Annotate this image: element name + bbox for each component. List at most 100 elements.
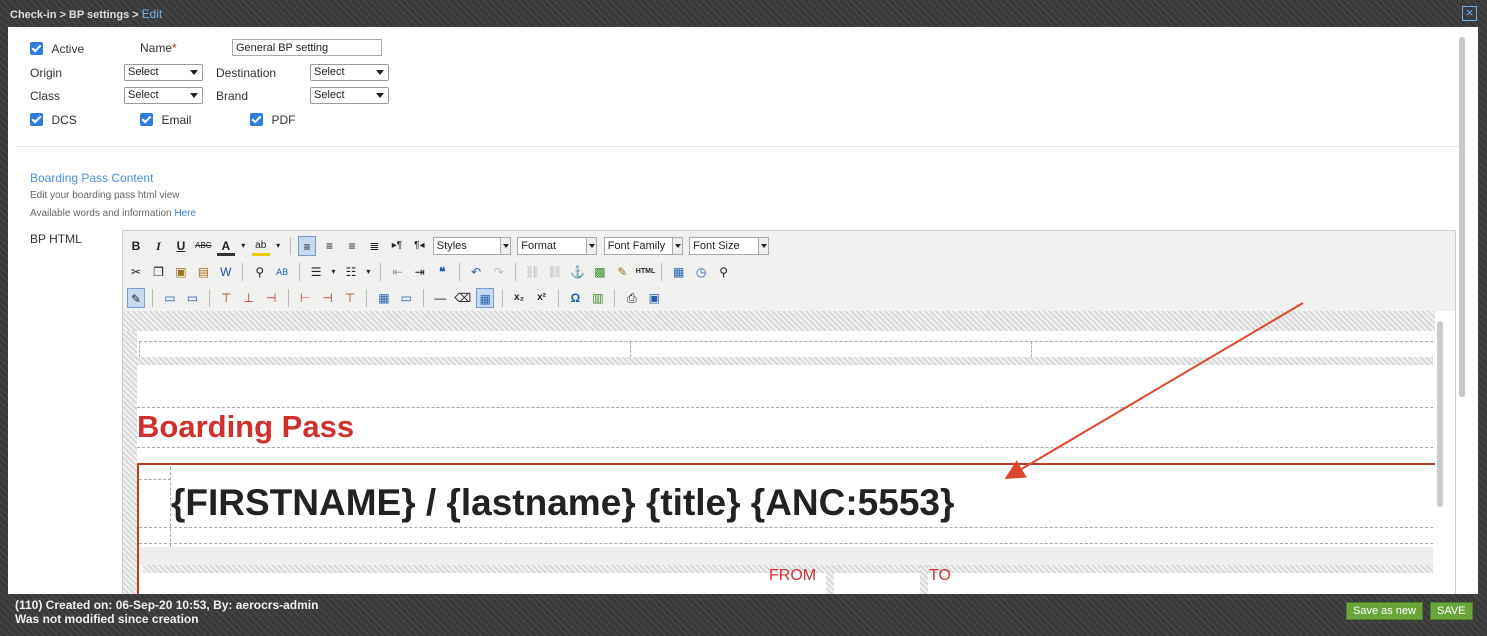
insert-row-after-icon[interactable]: ⊥ — [240, 288, 258, 308]
editor-scrollbar[interactable] — [1437, 321, 1443, 507]
highlight-color-button[interactable]: ab — [251, 236, 270, 256]
italic-button[interactable]: I — [149, 236, 167, 256]
section-divider — [16, 146, 1462, 147]
preview-icon[interactable]: ⚲ — [715, 262, 733, 282]
format-select[interactable]: Format — [517, 237, 598, 255]
visual-aid-icon[interactable]: ✎ — [127, 288, 145, 308]
ltr-icon[interactable]: ▸¶ — [388, 236, 406, 256]
delete-col-icon[interactable]: ⊤ — [341, 288, 359, 308]
toolbar-row-1: B I U ABC A ▾ ab ▾ ≡ ≡ ≡ ≣ ▸¶ ¶◂ Styles … — [123, 233, 1455, 259]
highlight-dropdown-icon[interactable]: ▾ — [274, 236, 282, 256]
link-icon[interactable]: ⛓ — [524, 262, 542, 282]
outdent-icon[interactable]: ⇤ — [388, 262, 406, 282]
dialog-scrollbar[interactable] — [1459, 37, 1465, 397]
active-checkbox[interactable] — [30, 42, 43, 55]
pdf-checkbox[interactable] — [250, 113, 263, 126]
bullet-list-icon[interactable]: ☰ — [307, 262, 325, 282]
origin-label: Origin — [30, 66, 63, 80]
bullet-list-dropdown-icon[interactable]: ▾ — [330, 262, 338, 282]
cut-icon[interactable]: ✂ — [127, 262, 145, 282]
edit-dialog: Active Name* Origin Select Destination S… — [8, 27, 1478, 594]
horizontal-rule-icon[interactable]: — — [431, 288, 449, 308]
chevron-down-icon — [376, 70, 384, 75]
blockquote-icon[interactable]: ❝ — [433, 262, 451, 282]
fullscreen-icon[interactable]: ▣ — [645, 288, 663, 308]
find-icon[interactable]: ⚲ — [251, 262, 269, 282]
paste-word-icon[interactable]: W — [217, 262, 235, 282]
cleanup-icon[interactable]: ✎ — [613, 262, 631, 282]
numbered-list-icon[interactable]: ☷ — [342, 262, 360, 282]
merge-cells-icon[interactable]: ▭ — [397, 288, 415, 308]
table-border-left — [123, 311, 137, 594]
superscript-icon[interactable]: x² — [533, 288, 551, 308]
replace-icon[interactable]: AB — [273, 262, 291, 282]
breadcrumb: Check-in > BP settings > Edit — [0, 0, 1487, 27]
breadcrumb-current: Edit — [141, 7, 163, 21]
insert-col-after-icon[interactable]: ⊣ — [319, 288, 337, 308]
align-left-icon[interactable]: ≡ — [298, 236, 317, 256]
paste-icon[interactable]: ▣ — [172, 262, 190, 282]
rtl-icon[interactable]: ¶◂ — [410, 236, 428, 256]
email-checkbox[interactable] — [140, 113, 153, 126]
delete-row-icon[interactable]: ⊣ — [262, 288, 280, 308]
from-label: FROM — [769, 567, 817, 584]
insert-date-icon[interactable]: ▦ — [670, 262, 688, 282]
dcs-checkbox[interactable] — [30, 113, 43, 126]
html-source-icon[interactable]: HTML — [636, 262, 655, 282]
align-right-icon[interactable]: ≡ — [343, 236, 361, 256]
indent-icon[interactable]: ⇥ — [411, 262, 429, 282]
underline-button[interactable]: U — [172, 236, 190, 256]
redo-icon[interactable]: ↷ — [490, 262, 508, 282]
image-icon[interactable]: ▩ — [591, 262, 609, 282]
save-as-new-button[interactable]: Save as new — [1346, 602, 1423, 620]
undo-icon[interactable]: ↶ — [467, 262, 485, 282]
print-icon[interactable]: ⎙ — [623, 288, 641, 308]
align-justify-icon[interactable]: ≣ — [365, 236, 383, 256]
bold-button[interactable]: B — [127, 236, 145, 256]
media-icon[interactable]: ▥ — [589, 288, 607, 308]
insert-col-before-icon[interactable]: ⊢ — [296, 288, 314, 308]
origin-select[interactable]: Select — [124, 64, 203, 81]
brand-label: Brand — [216, 89, 249, 103]
breadcrumb-separator: > — [59, 9, 66, 21]
brand-select[interactable]: Select — [310, 87, 389, 104]
font-color-dropdown-icon[interactable]: ▾ — [239, 236, 247, 256]
insert-row-before-icon[interactable]: ⊤ — [217, 288, 235, 308]
split-cells-icon[interactable]: ▦ — [375, 288, 393, 308]
save-button[interactable]: SAVE — [1430, 602, 1473, 620]
destination-select[interactable]: Select — [310, 64, 389, 81]
bp-html-label: BP HTML — [30, 232, 82, 246]
name-input[interactable] — [232, 39, 382, 56]
section-info: Available words and information Here — [30, 208, 197, 219]
unlink-icon[interactable]: ⛓ — [546, 262, 564, 282]
styles-select[interactable]: Styles — [432, 237, 511, 255]
strikethrough-button[interactable]: ABC — [194, 236, 212, 256]
anchor-icon[interactable]: ⚓ — [568, 262, 586, 282]
align-center-icon[interactable]: ≡ — [321, 236, 339, 256]
font-size-select[interactable]: Font Size — [689, 237, 770, 255]
insert-time-icon[interactable]: ◷ — [692, 262, 710, 282]
font-color-button[interactable]: A — [216, 236, 235, 256]
table-row-props-icon[interactable]: ▭ — [161, 288, 179, 308]
breadcrumb-item-bp-settings[interactable]: BP settings — [69, 9, 129, 21]
special-char-icon[interactable]: Ω — [566, 288, 584, 308]
table-cell-props-icon[interactable]: ▭ — [183, 288, 201, 308]
remove-format-icon[interactable]: ⌫ — [454, 288, 472, 308]
paste-text-icon[interactable]: ▤ — [194, 262, 212, 282]
toolbar-row-2: ✂ ❐ ▣ ▤ W ⚲ AB ☰ ▾ ☷ ▾ ⇤ ⇥ ❝ ↶ ↷ ⛓ ⛓ ⚓ ▩… — [123, 259, 1455, 285]
editor-content[interactable]: Boarding Pass {FIRSTNAME} / {lastname} {… — [123, 311, 1455, 594]
class-select[interactable]: Select — [124, 87, 203, 104]
close-icon[interactable]: × — [1462, 6, 1477, 21]
info-link[interactable]: Here — [174, 208, 196, 219]
table-icon[interactable]: ▦ — [476, 288, 495, 308]
active-checkbox-row: Active — [30, 40, 84, 58]
copy-icon[interactable]: ❐ — [149, 262, 167, 282]
section-title: Boarding Pass Content — [30, 171, 154, 185]
font-family-select[interactable]: Font Family — [603, 237, 683, 255]
toolbar-row-3: ✎ ▭ ▭ ⊤ ⊥ ⊣ ⊢ ⊣ ⊤ ▦ ▭ — ⌫ ▦ x₂ x² Ω ▥ ⎙ … — [123, 285, 1455, 311]
numbered-list-dropdown-icon[interactable]: ▾ — [364, 262, 372, 282]
chevron-down-icon — [376, 93, 384, 98]
subscript-icon[interactable]: x₂ — [510, 288, 528, 308]
breadcrumb-item-checkin[interactable]: Check-in — [10, 9, 56, 21]
chevron-down-icon — [190, 70, 198, 75]
